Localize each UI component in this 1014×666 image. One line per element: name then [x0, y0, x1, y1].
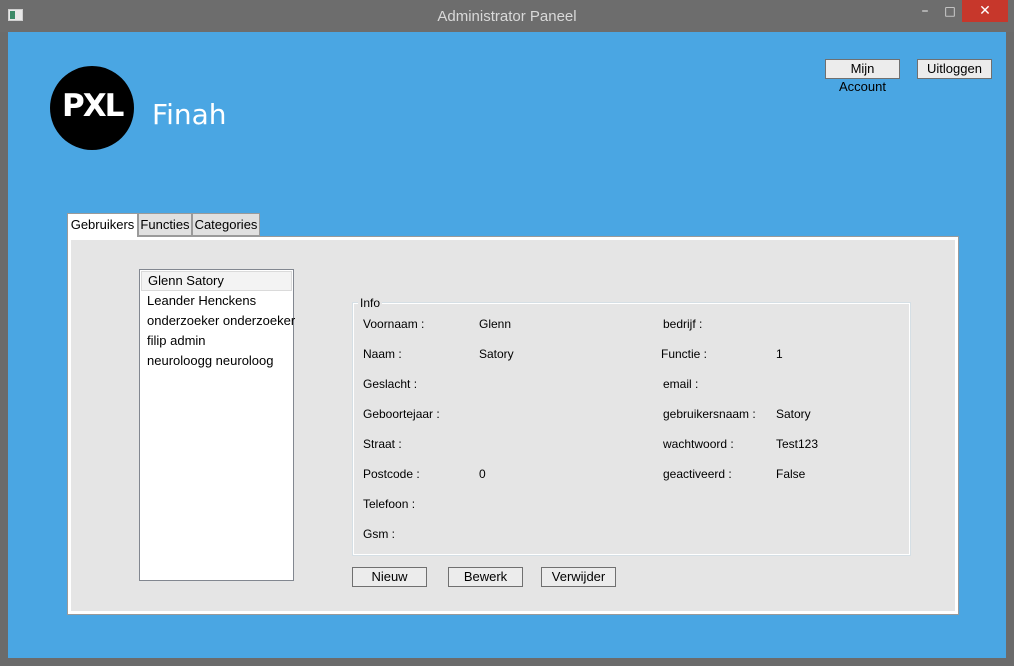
list-item[interactable]: Glenn Satory [141, 271, 292, 291]
maximize-icon[interactable]: □ [938, 0, 962, 22]
geslacht-label: Geslacht : [363, 377, 418, 391]
naam-value: Satory [479, 347, 514, 361]
application-window: Administrator Paneel – □ ✕ PXL Finah Mij… [0, 0, 1014, 666]
info-group-legend: Info [358, 296, 383, 310]
gebruikersnaam-value: Satory [776, 407, 811, 421]
title-bar[interactable]: Administrator Paneel – □ ✕ [0, 0, 1014, 32]
functie-value: 1 [776, 347, 783, 361]
info-groupbox [352, 302, 911, 556]
logo-text: PXL [62, 88, 124, 124]
bedrijf-label: bedrijf : [663, 317, 703, 331]
new-button[interactable]: Nieuw [352, 567, 427, 587]
app-name: Finah [152, 98, 227, 131]
tab-categories[interactable]: Categories [192, 213, 260, 236]
delete-button[interactable]: Verwijder [541, 567, 616, 587]
tab-panel: Glenn Satory Leander Henckens onderzoeke… [67, 236, 959, 615]
geactiveerd-value: False [776, 467, 806, 481]
naam-label: Naam : [363, 347, 402, 361]
geboortejaar-label: Geboortejaar : [363, 407, 440, 421]
close-icon[interactable]: ✕ [962, 0, 1008, 22]
edit-button[interactable]: Bewerk [448, 567, 523, 587]
geactiveerd-label: geactiveerd : [663, 467, 732, 481]
tab-gebruikers[interactable]: Gebruikers [67, 213, 138, 237]
user-list[interactable]: Glenn Satory Leander Henckens onderzoeke… [139, 269, 295, 581]
wachtwoord-label: wachtwoord : [663, 437, 734, 451]
voornaam-label: Voornaam : [363, 317, 425, 331]
gsm-label: Gsm : [363, 527, 395, 541]
postcode-label: Postcode : [363, 467, 420, 481]
list-item[interactable]: neuroloogg neuroloog [141, 351, 292, 371]
functie-label: Functie : [661, 347, 708, 361]
tab-functies[interactable]: Functies [138, 213, 192, 236]
postcode-value: 0 [479, 467, 486, 481]
voornaam-value: Glenn [479, 317, 512, 331]
tab-panel-content: Glenn Satory Leander Henckens onderzoeke… [71, 240, 955, 611]
email-label: email : [663, 377, 699, 391]
window-title: Administrator Paneel [437, 8, 577, 25]
list-item[interactable]: Leander Henckens [141, 291, 292, 311]
client-area: PXL Finah Mijn Account Uitloggen Gebruik… [8, 32, 1006, 658]
minimize-icon[interactable]: – [912, 0, 938, 22]
wachtwoord-value: Test123 [776, 437, 819, 451]
list-item[interactable]: filip admin [141, 331, 292, 351]
pxl-logo: PXL [50, 66, 134, 150]
logout-button[interactable]: Uitloggen [917, 59, 992, 79]
my-account-button[interactable]: Mijn Account [825, 59, 900, 94]
gebruikersnaam-label: gebruikersnaam : [663, 407, 756, 421]
list-item[interactable]: onderzoeker onderzoeker [141, 311, 295, 331]
telefoon-label: Telefoon : [363, 497, 416, 511]
straat-label: Straat : [363, 437, 402, 451]
